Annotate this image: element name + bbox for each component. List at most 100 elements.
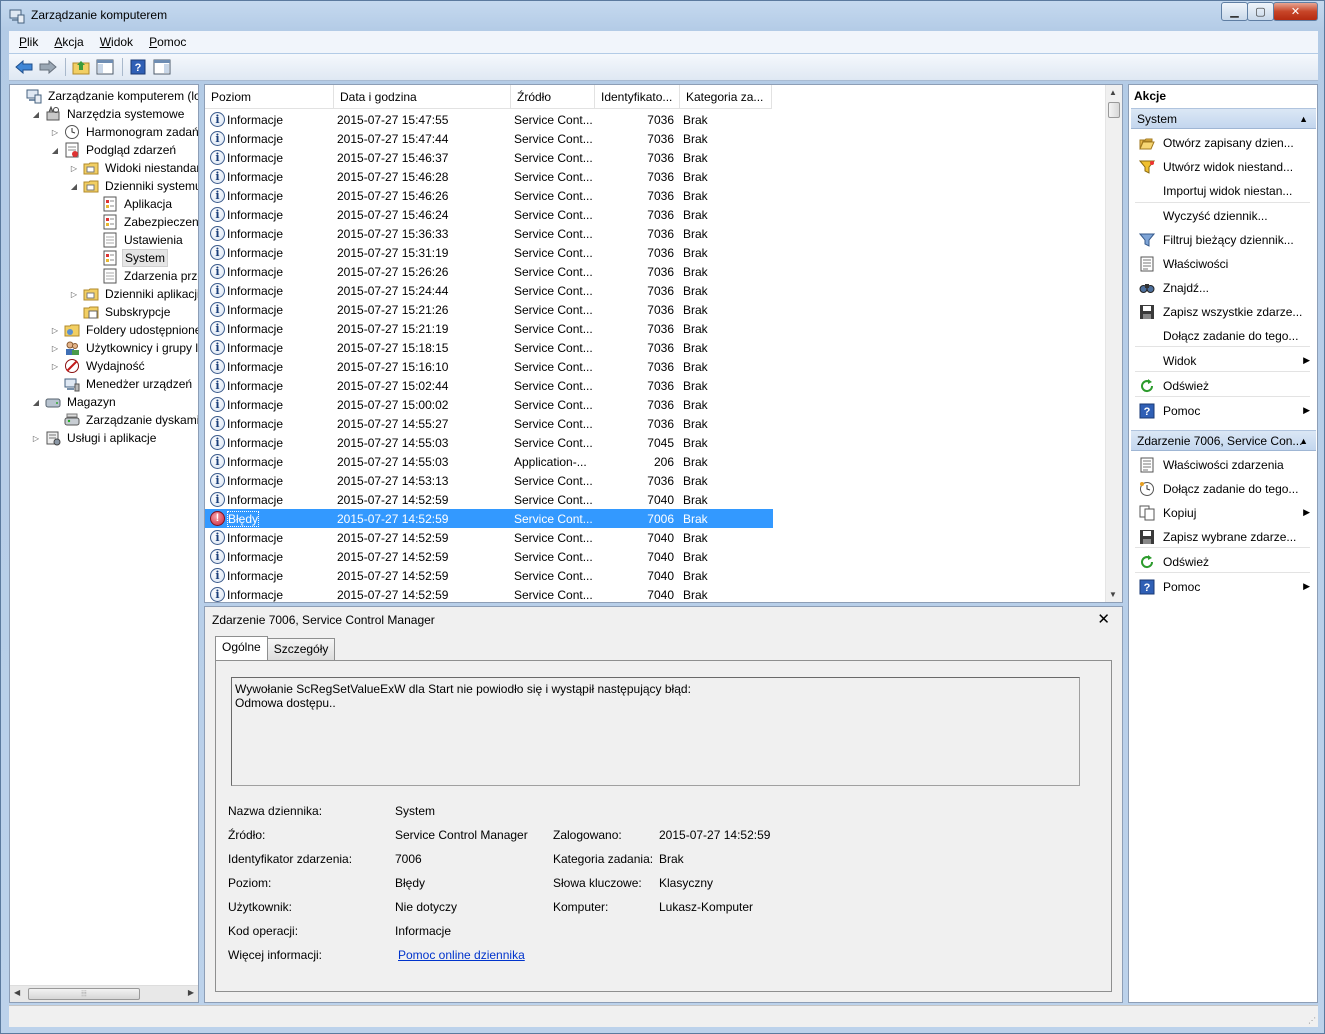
tree-item[interactable]: Zarządzanie komputerem (lokalne): [12, 87, 198, 105]
action-item[interactable]: Otwórz zapisany dzien...: [1131, 131, 1314, 154]
tree-horizontal-scrollbar[interactable]: ◀ ⦙⦙⦙ ▶: [10, 985, 198, 1002]
action-item[interactable]: Filtruj bieżący dziennik...: [1131, 228, 1314, 251]
tree-item[interactable]: Aplikacja: [88, 195, 174, 213]
forward-icon[interactable]: [37, 57, 59, 77]
event-row[interactable]: i Informacje 2015-07-27 15:21:26 Service Co…: [205, 300, 773, 319]
collapse-section-icon[interactable]: ▲: [1299, 114, 1308, 124]
tree-item[interactable]: ◢ Dzienniki systemu Windows: [69, 177, 198, 195]
event-row[interactable]: i Informacje 2015-07-27 15:26:26 Service Co…: [205, 262, 773, 281]
event-row[interactable]: i Informacje 2015-07-27 15:18:15 Service Co…: [205, 338, 773, 357]
scroll-right-icon[interactable]: ▶: [188, 988, 194, 997]
tree-item[interactable]: ◢ Podgląd zdarzeń: [50, 141, 178, 159]
tree-item[interactable]: Subskrypcje: [69, 303, 172, 321]
event-list-scrollbar[interactable]: ▲ ▼: [1105, 85, 1122, 602]
expand-arrow-icon[interactable]: ▷: [50, 344, 60, 353]
online-help-link[interactable]: Pomoc online dziennika: [398, 948, 525, 962]
tab-general[interactable]: Ogólne: [215, 636, 268, 660]
tree-item[interactable]: ▷ Foldery udostępnione: [50, 321, 198, 339]
up-folder-icon[interactable]: [70, 57, 92, 77]
expand-arrow-icon[interactable]: ▷: [50, 128, 60, 137]
column-level[interactable]: Poziom: [205, 85, 334, 109]
tree-item[interactable]: Menedżer urządzeń: [50, 375, 194, 393]
column-date-time[interactable]: Data i godzina: [334, 85, 511, 109]
tree-item[interactable]: ◢ Magazyn: [31, 393, 118, 411]
event-row[interactable]: i Informacje 2015-07-27 14:52:59 Service Co…: [205, 585, 773, 602]
tree-item[interactable]: ▷ Użytkownicy i grupy lokalne: [50, 339, 198, 357]
collapse-arrow-icon[interactable]: ◢: [50, 146, 60, 155]
action-section-event[interactable]: Zdarzenie 7006, Service Con... ▲: [1131, 430, 1316, 451]
action-section-system[interactable]: System ▲: [1131, 108, 1316, 129]
tree-item[interactable]: ▷ Harmonogram zadań: [50, 123, 198, 141]
action-item[interactable]: ? Pomoc ▶: [1131, 399, 1314, 422]
minimize-button[interactable]: ▁: [1221, 2, 1248, 21]
tab-details[interactable]: Szczegóły: [266, 638, 336, 660]
expand-arrow-icon[interactable]: ▷: [31, 434, 41, 443]
expand-arrow-icon[interactable]: ▷: [69, 164, 79, 173]
action-item[interactable]: Dołącz zadanie do tego...: [1131, 324, 1314, 347]
tree-item[interactable]: Zdarzenia przesyłane dalej: [88, 267, 198, 285]
event-row[interactable]: i Informacje 2015-07-27 15:46:26 Service Co…: [205, 186, 773, 205]
menu-file[interactable]: Plik: [9, 35, 44, 49]
action-item[interactable]: Odśwież: [1131, 374, 1314, 397]
event-row[interactable]: i Informacje 2015-07-27 14:55:27 Service Co…: [205, 414, 773, 433]
show-hide-action-pane-icon[interactable]: [151, 57, 173, 77]
event-row[interactable]: i Informacje 2015-07-27 14:55:03 Service Co…: [205, 433, 773, 452]
event-row[interactable]: i Informacje 2015-07-27 14:55:03 Applicatio…: [205, 452, 773, 471]
collapse-arrow-icon[interactable]: ◢: [31, 398, 41, 407]
tree-item[interactable]: ▷ Usługi i aplikacje: [31, 429, 158, 447]
menu-action[interactable]: Akcja: [44, 35, 89, 49]
event-row[interactable]: ! Błędy 2015-07-27 14:52:59 Service Cont...…: [205, 509, 773, 528]
menu-help[interactable]: Pomoc: [139, 35, 192, 49]
tree-item[interactable]: ◢ Narzędzia systemowe: [31, 105, 186, 123]
event-row[interactable]: i Informacje 2015-07-27 15:47:55 Service Co…: [205, 110, 773, 129]
action-item[interactable]: Kopiuj ▶: [1131, 501, 1314, 524]
event-row[interactable]: i Informacje 2015-07-27 15:00:02 Service Co…: [205, 395, 773, 414]
scroll-left-icon[interactable]: ◀: [14, 988, 20, 997]
collapse-section-icon[interactable]: ▲: [1299, 436, 1308, 446]
action-item[interactable]: Odśwież: [1131, 550, 1314, 573]
event-row[interactable]: i Informacje 2015-07-27 14:52:59 Service Co…: [205, 490, 773, 509]
event-row[interactable]: i Informacje 2015-07-27 14:52:59 Service Co…: [205, 566, 773, 585]
event-row[interactable]: i Informacje 2015-07-27 15:46:37 Service Co…: [205, 148, 773, 167]
event-row[interactable]: i Informacje 2015-07-27 15:21:19 Service Co…: [205, 319, 773, 338]
tree-item[interactable]: ▷ Widoki niestandardowe: [69, 159, 198, 177]
action-item[interactable]: Zapisz wszystkie zdarze...: [1131, 300, 1314, 323]
action-item[interactable]: Zapisz wybrane zdarze...: [1131, 525, 1314, 548]
action-item[interactable]: ? Pomoc ▶: [1131, 575, 1314, 598]
event-row[interactable]: i Informacje 2015-07-27 15:47:44 Service Co…: [205, 129, 773, 148]
event-row[interactable]: i Informacje 2015-07-27 15:46:28 Service Co…: [205, 167, 773, 186]
action-item[interactable]: Dołącz zadanie do tego...: [1131, 477, 1314, 500]
expand-arrow-icon[interactable]: ▷: [69, 290, 79, 299]
action-item[interactable]: Widok ▶: [1131, 349, 1314, 372]
tree-item[interactable]: Ustawienia: [88, 231, 185, 249]
column-source[interactable]: Źródło: [511, 85, 595, 109]
tree-item[interactable]: Zarządzanie dyskami: [50, 411, 198, 429]
expand-arrow-icon[interactable]: ▷: [50, 326, 60, 335]
action-item[interactable]: Wyczyść dziennik...: [1131, 204, 1314, 227]
event-row[interactable]: i Informacje 2015-07-27 15:36:33 Service Co…: [205, 224, 773, 243]
back-icon[interactable]: [13, 57, 35, 77]
event-row[interactable]: i Informacje 2015-07-27 15:31:19 Service Co…: [205, 243, 773, 262]
action-item[interactable]: Znajdź...: [1131, 276, 1314, 299]
event-row[interactable]: i Informacje 2015-07-27 14:52:59 Service Co…: [205, 547, 773, 566]
event-row[interactable]: i Informacje 2015-07-27 14:53:13 Service Co…: [205, 471, 773, 490]
close-button[interactable]: ✕: [1273, 2, 1318, 21]
show-hide-tree-icon[interactable]: [94, 57, 116, 77]
resize-grip-icon[interactable]: ⋰: [1308, 1016, 1316, 1025]
menu-view[interactable]: Widok: [90, 35, 139, 49]
tree-item[interactable]: Zabezpieczenia: [88, 213, 198, 231]
collapse-arrow-icon[interactable]: ◢: [69, 182, 79, 191]
column-task-category[interactable]: Kategoria za...: [680, 85, 772, 109]
event-row[interactable]: i Informacje 2015-07-27 15:02:44 Service Co…: [205, 376, 773, 395]
action-item[interactable]: Importuj widok niestan...: [1131, 179, 1314, 202]
scroll-thumb[interactable]: [1108, 102, 1120, 118]
event-row[interactable]: i Informacje 2015-07-27 14:52:59 Service Co…: [205, 528, 773, 547]
collapse-arrow-icon[interactable]: ◢: [31, 110, 41, 119]
action-item[interactable]: Właściwości zdarzenia: [1131, 453, 1314, 476]
action-item[interactable]: Właściwości: [1131, 252, 1314, 275]
tree-item[interactable]: System: [88, 249, 169, 267]
tree-item[interactable]: ▷ Dzienniki aplikacji i usług: [69, 285, 198, 303]
event-row[interactable]: i Informacje 2015-07-27 15:16:10 Service Co…: [205, 357, 773, 376]
action-item[interactable]: Utwórz widok niestand...: [1131, 155, 1314, 178]
scroll-up-icon[interactable]: ▲: [1109, 88, 1117, 97]
